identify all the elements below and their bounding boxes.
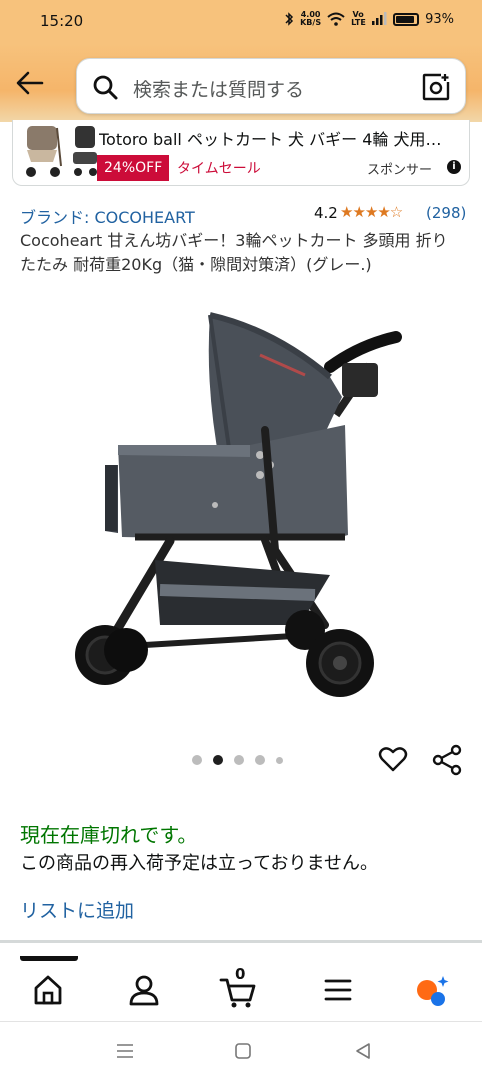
cart-button[interactable]: 0 (218, 965, 258, 1010)
pagination-dot[interactable] (255, 755, 265, 765)
active-tab-indicator (20, 956, 78, 961)
divider (0, 940, 482, 943)
search-input[interactable]: 検索または質問する (76, 58, 466, 114)
signal-icon (372, 12, 387, 25)
rating-value: 4.2 (314, 204, 338, 222)
pagination-dot[interactable] (213, 755, 223, 765)
camera-search-icon[interactable] (421, 72, 451, 102)
search-icon (93, 75, 118, 100)
ad-thumbnail-stroller (26, 126, 62, 177)
heart-icon[interactable] (378, 744, 408, 774)
review-count-link[interactable]: (298) (426, 204, 466, 222)
system-nav-bar (0, 1022, 482, 1080)
account-icon[interactable] (124, 970, 164, 1010)
system-back-icon[interactable] (352, 1040, 374, 1062)
rufus-icon[interactable] (412, 970, 452, 1010)
status-time: 15:20 (40, 12, 84, 30)
cart-count: 0 (235, 965, 246, 983)
pagination-dot[interactable] (234, 755, 244, 765)
home-button-icon[interactable] (232, 1040, 254, 1062)
wifi-icon (327, 12, 345, 26)
ad-title[interactable]: Totoro ball ペットカート 犬 バギー 4輪 犬用… (99, 126, 461, 150)
back-arrow-icon[interactable] (12, 65, 48, 101)
share-icon[interactable] (432, 744, 462, 776)
add-to-list-link[interactable]: リストに追加 (20, 896, 134, 923)
home-icon[interactable] (28, 970, 68, 1010)
network-speed: 4.00 KB/S (300, 10, 322, 27)
pagination-dot[interactable] (192, 755, 202, 765)
restock-note: この商品の再入荷予定は立っておりません。 (20, 853, 379, 874)
battery-icon (393, 12, 420, 26)
discount-badge: 24%OFF (97, 155, 170, 181)
sponsored-ad[interactable]: Totoro ball ペットカート 犬 バギー 4輪 犬用… 24%OFF タ… (12, 120, 470, 186)
sponsor-label: スポンサー (367, 163, 433, 178)
star-rating[interactable]: ★★★★☆ (340, 203, 403, 221)
stock-status: 現在在庫切れです。 (20, 823, 198, 847)
search-placeholder: 検索または質問する (133, 79, 305, 101)
info-icon[interactable]: i (447, 160, 461, 174)
bottom-nav: 0 (0, 956, 482, 1022)
status-icons: 4.00 KB/S Vo LTE 93% (284, 11, 454, 27)
bluetooth-icon (285, 12, 294, 26)
recents-icon[interactable] (114, 1040, 136, 1062)
pagination-dot[interactable] (276, 756, 283, 764)
brand-link[interactable]: ブランド: COCOHEART (20, 204, 195, 228)
menu-icon[interactable] (318, 970, 358, 1010)
product-title: Cocoheart 甘えん坊バギー！3輪ペットカート 多頭用 折りたたみ 耐荷重… (20, 231, 448, 274)
status-bar: 15:20 4.00 KB/S Vo LTE 93% (0, 0, 482, 44)
volte-label: Vo LTE (351, 10, 366, 27)
image-pagination[interactable] (192, 755, 283, 765)
deal-label: タイムセール (177, 161, 261, 177)
search-header: 検索または質問する (0, 44, 482, 122)
pet-stroller-image[interactable] (60, 305, 420, 705)
battery-percent: 93% (425, 11, 454, 27)
